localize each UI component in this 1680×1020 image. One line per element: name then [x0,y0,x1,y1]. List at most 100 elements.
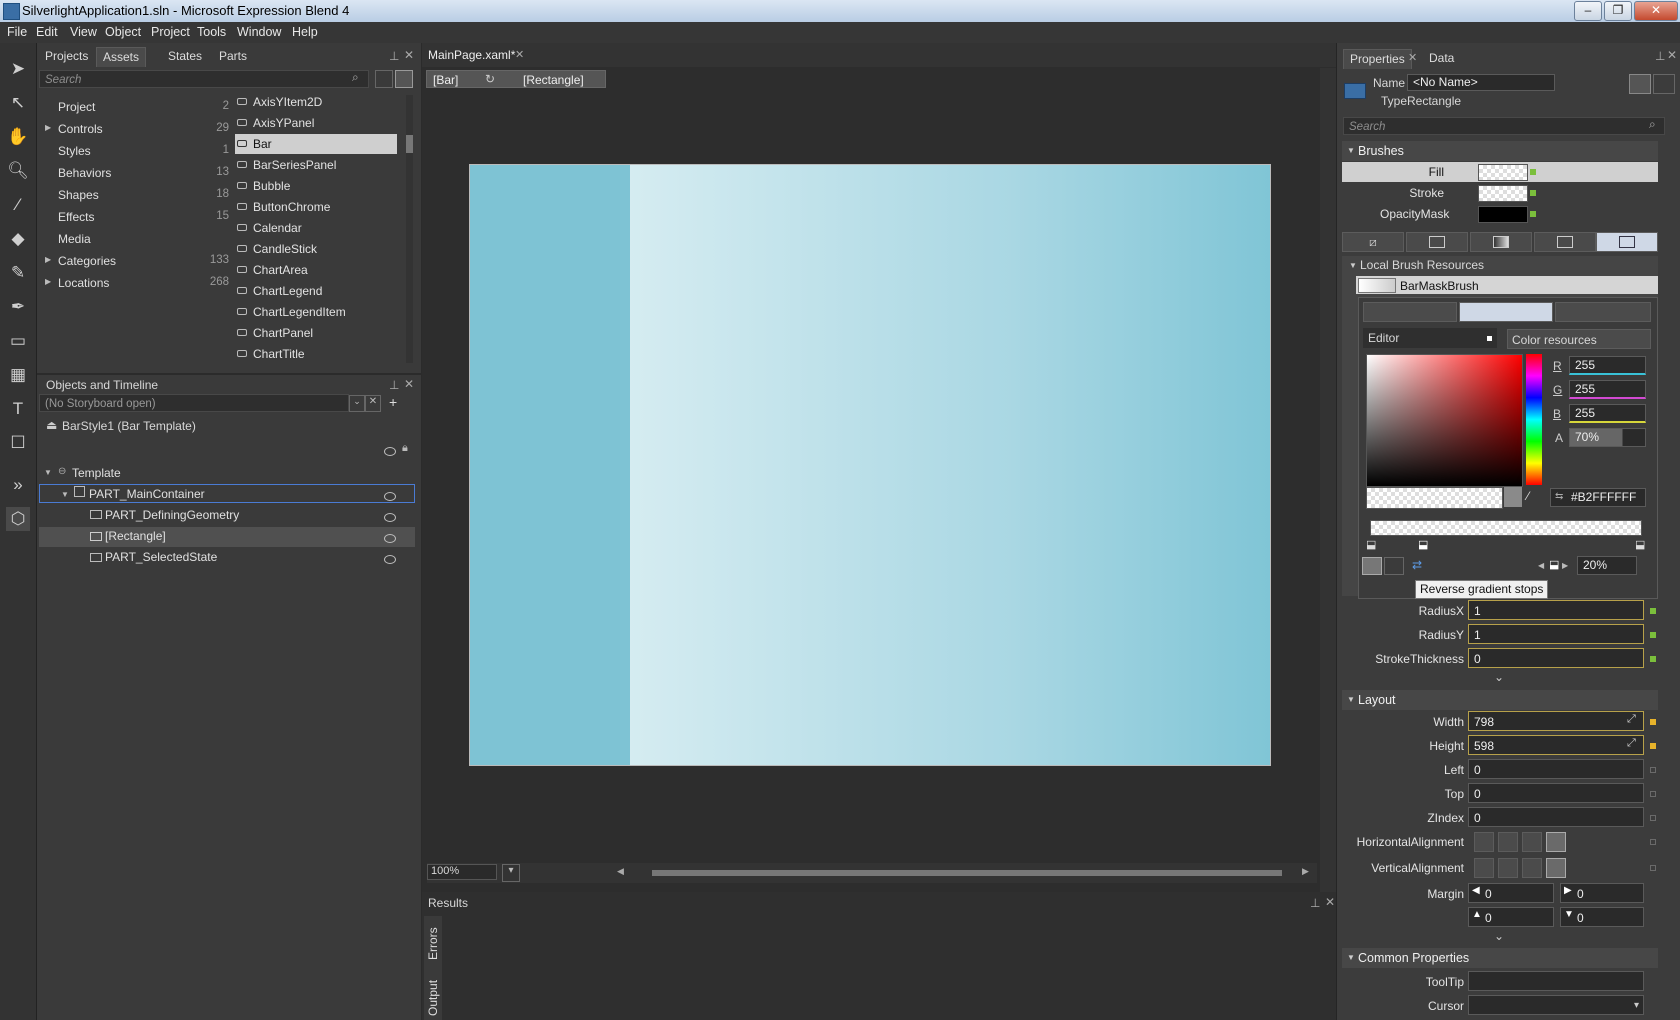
pin-icon[interactable]: ⊥ [1310,896,1320,910]
eye-icon[interactable] [384,492,396,501]
menu-window[interactable]: Window [237,25,281,39]
collapse-arrow-icon[interactable]: ▼ [61,490,69,499]
stroke-swatch[interactable] [1478,185,1528,202]
collapse-arrow-icon[interactable]: ▼ [1347,146,1355,155]
collapse-arrow-icon[interactable]: ▼ [1347,953,1355,962]
asset-item[interactable]: CandleStick [235,239,397,259]
cursor-select[interactable]: ▾ [1468,995,1644,1015]
close-tab-icon[interactable]: ✕ [515,48,524,61]
margin-right-field[interactable]: 0 [1560,883,1644,903]
asset-item-selected[interactable]: Bar [235,134,397,154]
minimize-button[interactable]: – [1574,1,1602,21]
zindex-field[interactable]: 0 [1468,807,1644,827]
expand-arrow-icon[interactable]: ▶ [45,255,51,264]
eye-icon[interactable] [384,534,396,543]
asset-item[interactable]: AxisYPanel [235,113,397,133]
pen-tool-icon[interactable]: ✒ [6,295,30,319]
collapse-arrow-icon[interactable]: ▼ [1349,261,1357,270]
linear-gradient-button[interactable] [1362,557,1382,575]
zoom-tool-icon[interactable]: 🔍︎ [6,159,30,183]
expand-arrow-icon[interactable]: ▶ [45,123,51,132]
brush-resources-button[interactable] [1596,232,1658,252]
collapse-arrow-icon[interactable]: ▼ [1347,695,1355,704]
menu-object[interactable]: Object [105,25,141,39]
name-field[interactable]: <No Name> [1407,74,1555,91]
tree-node-template[interactable]: Template [72,466,121,480]
menu-file[interactable]: File [7,25,27,39]
prev-stop-icon[interactable]: ◀ [1538,561,1544,570]
breadcrumb-rectangle[interactable]: [Rectangle] [523,73,584,87]
assets-tool-icon[interactable]: » [6,473,30,497]
height-field[interactable]: 598 [1468,735,1644,755]
expand-more-icon[interactable]: ⌄ [1494,929,1504,943]
default-value-marker[interactable] [1650,815,1656,821]
tile-brush-button[interactable] [1534,232,1596,252]
expand-more-icon[interactable]: ⌄ [1494,670,1504,684]
rectangle-tool-icon[interactable]: ▭ [6,329,30,353]
tooltip-field[interactable] [1468,971,1644,991]
tab-assets[interactable]: Assets [96,47,147,67]
tab-editor[interactable]: Editor [1368,331,1399,345]
scroll-left-icon[interactable]: ◀ [617,866,624,877]
no-brush-button[interactable]: ⧄ [1342,232,1404,252]
local-value-marker[interactable] [1650,719,1656,725]
section-layout[interactable]: Layout [1342,690,1658,710]
assets-search-input[interactable]: Search [39,70,369,88]
default-value-marker[interactable] [1650,839,1656,845]
artboard-rectangle[interactable] [469,164,1271,766]
local-value-marker[interactable] [1530,211,1536,217]
stroke-thickness-field[interactable]: 0 [1468,648,1644,668]
asset-item[interactable]: BarSeriesPanel [235,155,397,175]
menu-project[interactable]: Project [151,25,190,39]
paint-bucket-tool-icon[interactable]: ◆ [6,227,30,251]
grid-tool-icon[interactable]: ▦ [6,363,30,387]
radiusy-field[interactable]: 1 [1468,624,1644,644]
direct-selection-tool-icon[interactable]: ↖ [6,91,30,115]
alpha-field[interactable]: 70% [1569,428,1646,447]
blue-field[interactable]: 255 [1569,404,1646,423]
fill-swatch[interactable] [1478,164,1528,181]
pin-icon[interactable]: ⊥ [389,378,399,392]
default-value-marker[interactable] [1650,767,1656,773]
default-value-marker[interactable] [1650,791,1656,797]
close-panel-icon[interactable]: ✕ [404,377,414,391]
selection-tool-icon[interactable]: ➤ [6,57,30,81]
assets-scrollbar[interactable] [406,95,413,363]
eye-icon[interactable] [384,555,396,564]
menu-tools[interactable]: Tools [197,25,226,39]
asset-item[interactable]: ChartArea [235,260,397,280]
close-tab-icon[interactable]: ✕ [1408,51,1417,64]
asset-item[interactable]: ChartTitle [235,344,397,364]
left-field[interactable]: 0 [1468,759,1644,779]
text-tool-icon[interactable]: T [6,397,30,421]
align-vstretch-button[interactable] [1546,858,1566,878]
align-left-button[interactable] [1474,832,1494,852]
opacity-mask-swatch[interactable] [1478,206,1528,223]
asset-item[interactable]: ChartPanel [235,323,397,343]
section-common-properties[interactable]: Common Properties [1342,948,1658,968]
local-value-marker[interactable] [1530,169,1536,175]
gradient-stop-icon[interactable]: ⬓ [1366,538,1376,551]
gradient-stop-selected-icon[interactable]: ⬓ [1418,538,1428,551]
lock-icon[interactable]: 🔒︎ [402,442,408,455]
eyedropper-icon[interactable]: ⁄ [1527,489,1529,503]
return-scope-icon[interactable]: ↻ [485,72,495,86]
hex-field[interactable]: #B2FFFFFF [1550,488,1646,507]
scroll-thumb[interactable] [406,135,413,153]
close-panel-icon[interactable]: ✕ [404,48,414,62]
asset-item[interactable]: AxisYItem2D [235,92,397,112]
collapse-arrow-icon[interactable]: ▼ [44,468,52,477]
menu-edit[interactable]: Edit [36,25,58,39]
asset-item[interactable]: ChartLegendItem [235,302,397,322]
pin-icon[interactable]: ⊥ [1655,49,1665,63]
category-effects[interactable]: Effects 15 [58,210,229,224]
category-controls[interactable]: Controls 29 [58,122,229,136]
align-middle-button[interactable] [1498,858,1518,878]
hue-slider[interactable] [1526,354,1542,485]
close-panel-icon[interactable]: ✕ [1325,895,1335,909]
category-locations[interactable]: Locations 268 [58,276,229,290]
controls-tool-icon[interactable]: ☐ [6,431,30,455]
close-panel-icon[interactable]: ✕ [1667,48,1677,62]
solid-brush-button[interactable] [1406,232,1468,252]
category-media[interactable]: Media [58,232,229,246]
